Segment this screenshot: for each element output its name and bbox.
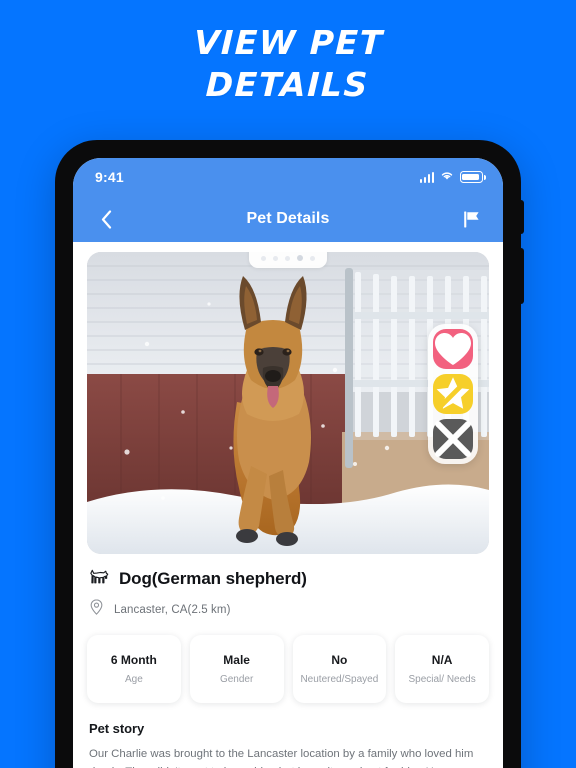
chevron-left-icon (101, 209, 111, 229)
carousel-dot-active[interactable] (296, 254, 304, 261)
promo-headline-line2: Details (205, 65, 370, 105)
signal-icon (419, 171, 434, 183)
attribute-label: Neutered/Spayed (300, 674, 379, 685)
detail-scroll-content[interactable]: Dog(German shepherd) Lancaster, CA(2.5 k… (73, 242, 503, 768)
attribute-value: No (331, 653, 348, 667)
pet-location: Lancaster, CA(2.5 km) (114, 603, 231, 616)
report-flag-button[interactable] (459, 206, 485, 232)
pet-attribute-cards: 6 Month Age Male Gender No Neutered/Spay… (87, 635, 489, 703)
carousel-dot[interactable] (310, 256, 316, 261)
promo-headline: View Pet Details (0, 22, 576, 106)
pet-photo[interactable] (87, 252, 489, 554)
wifi-icon (440, 168, 454, 186)
status-bar: 9:41 (73, 158, 503, 196)
pet-story-section: Pet story Our Charlie was brought to the… (87, 721, 489, 768)
pet-story-title: Pet story (89, 721, 145, 736)
carousel-dot[interactable] (260, 256, 266, 261)
pet-name-row: Dog(German shepherd) (89, 568, 487, 590)
pet-name: Dog(German shepherd) (119, 569, 307, 588)
phone-power-button (520, 248, 524, 304)
location-pin-icon (89, 599, 104, 620)
photo-carousel-indicator[interactable] (249, 252, 327, 268)
battery-icon (460, 171, 486, 183)
attribute-label: Age (124, 674, 143, 685)
attribute-card-neutered: No Neutered/Spayed (292, 635, 387, 703)
attribute-value: N/A (431, 653, 453, 667)
pet-heading: Dog(German shepherd) Lancaster, CA(2.5 k… (87, 568, 489, 620)
carousel-dot[interactable] (272, 256, 278, 261)
attribute-label: Special/ Needs (408, 674, 476, 685)
attribute-card-special-needs: N/A Special/ Needs (395, 635, 489, 703)
phone-volume-button (520, 200, 524, 234)
phone-mockup-frame: 9:41 Pet Details Dog(German shepherd) La… (55, 140, 524, 768)
superlike-button[interactable] (433, 374, 473, 414)
nav-bar: Pet Details (73, 196, 503, 242)
attribute-card-age: 6 Month Age (87, 635, 181, 703)
phone-screen: 9:41 Pet Details Dog(German shepherd) La… (73, 158, 503, 768)
attribute-card-gender: Male Gender (189, 635, 284, 703)
carousel-dot[interactable] (284, 256, 290, 261)
flag-icon (464, 211, 479, 227)
close-icon (435, 421, 471, 457)
status-time: 9:41 (95, 169, 124, 185)
pet-action-stack (428, 324, 478, 464)
attribute-value: 6 Month (110, 653, 157, 667)
dog-icon (89, 568, 109, 590)
pet-story-body: Our Charlie was brought to the Lancaster… (89, 748, 474, 768)
status-icons (419, 168, 486, 186)
attribute-value: Male (223, 653, 250, 667)
page-title: Pet Details (246, 210, 330, 227)
star-slash-icon (436, 377, 470, 411)
attribute-label: Gender (219, 674, 254, 685)
pet-location-row: Lancaster, CA(2.5 km) (89, 599, 487, 620)
like-button[interactable] (433, 329, 473, 369)
back-button[interactable] (93, 206, 119, 232)
promo-headline-line1: View Pet (193, 23, 385, 62)
skip-button[interactable] (433, 419, 473, 459)
heart-icon (435, 333, 471, 365)
